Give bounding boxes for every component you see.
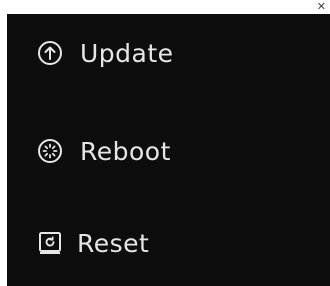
upload-arrow-icon — [37, 40, 63, 66]
reset-book-icon — [37, 230, 63, 256]
reset-menu-item[interactable]: Reset — [7, 220, 149, 266]
reboot-spinner-icon — [37, 138, 63, 164]
system-menu-panel: Update Reboot Reset — [7, 14, 330, 286]
reboot-label: Reboot — [80, 136, 171, 166]
reset-label: Reset — [77, 228, 150, 258]
reboot-menu-item[interactable]: Reboot — [7, 128, 171, 174]
corner-mark-icon: ✕ — [316, 0, 326, 13]
top-edge-strip: ✕ — [0, 0, 330, 14]
update-label: Update — [80, 38, 174, 68]
update-menu-item[interactable]: Update — [7, 30, 174, 76]
